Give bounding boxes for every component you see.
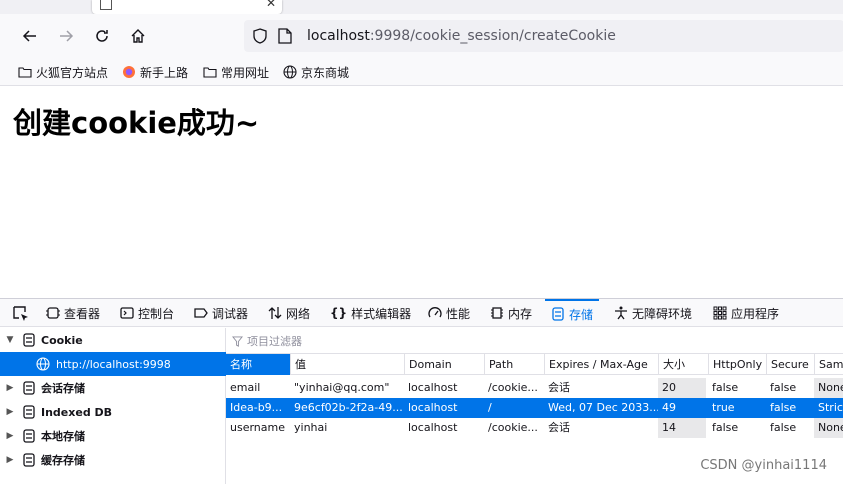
- bookmark-item[interactable]: 京东商城: [283, 63, 349, 81]
- tree-item-cache-storage[interactable]: ▶ 缓存存储: [0, 448, 226, 472]
- element-picker-icon[interactable]: [12, 305, 30, 323]
- storage-icon: [23, 453, 35, 467]
- column-header-path[interactable]: Path: [484, 354, 544, 375]
- forward-button[interactable]: [54, 24, 78, 48]
- navigation-bar: localhost:9998/cookie_session/createCook…: [0, 14, 843, 58]
- firefox-icon: [123, 66, 135, 78]
- collapsed-triangle-icon[interactable]: ▶: [0, 431, 16, 441]
- column-header-name[interactable]: 名称: [226, 354, 290, 375]
- home-icon: [131, 29, 145, 43]
- globe-icon: [36, 357, 50, 371]
- storage-tree: ▼ Cookie http://localhost:9998 ▶ 会话存储 ▶ …: [0, 328, 226, 484]
- close-tab-icon[interactable]: ✕: [266, 0, 276, 10]
- page-content: 创建cookie成功~: [8, 86, 843, 298]
- tab-style-editor[interactable]: {} 样式编辑器: [330, 299, 411, 327]
- folder-icon: [18, 67, 32, 78]
- column-header-domain[interactable]: Domain: [404, 354, 484, 375]
- network-icon: [268, 307, 282, 319]
- column-header-httponly[interactable]: HttpOnly: [708, 354, 766, 375]
- forward-arrow-icon: [60, 30, 74, 42]
- column-header-value[interactable]: 值: [290, 354, 404, 375]
- collapsed-triangle-icon[interactable]: ▶: [0, 383, 16, 393]
- back-arrow-icon: [22, 30, 36, 42]
- bookmarks-toolbar: 火狐官方站点 新手上路 常用网址 京东商城: [0, 58, 843, 86]
- back-button[interactable]: [18, 24, 42, 48]
- reload-button[interactable]: [90, 24, 114, 48]
- watermark-text: CSDN @yinhai1114: [700, 458, 827, 473]
- tree-item-indexed-db[interactable]: ▶ Indexed DB: [0, 400, 226, 424]
- console-icon: [120, 307, 134, 319]
- storage-icon: [23, 381, 35, 395]
- column-header-expires[interactable]: Expires / Max-Age: [544, 354, 658, 375]
- reload-icon: [96, 30, 108, 42]
- bookmark-item[interactable]: 常用网址: [203, 63, 269, 81]
- tab-performance[interactable]: 性能: [428, 299, 470, 327]
- tab-storage[interactable]: 存储: [545, 299, 600, 327]
- gauge-icon: [428, 307, 442, 318]
- inspector-icon: [46, 307, 60, 319]
- shield-icon[interactable]: [252, 28, 268, 44]
- collapsed-triangle-icon[interactable]: ▶: [0, 407, 16, 417]
- table-row[interactable]: email "yinhai@qq.com" localhost /cookie.…: [226, 378, 843, 398]
- devtools-toolbar: 查看器 控制台 调试器 网络 {} 样式编辑器 性能 内存 存储 无障碍环境 应…: [0, 299, 843, 327]
- tab-accessibility[interactable]: 无障碍环境: [614, 299, 692, 327]
- tab-debugger[interactable]: 调试器: [194, 299, 248, 327]
- tab-console[interactable]: 控制台: [120, 299, 174, 327]
- cookie-table-header: 名称 值 Domain Path Expires / Max-Age 大小 Ht…: [226, 353, 843, 375]
- collapsed-triangle-icon[interactable]: ▶: [0, 455, 16, 465]
- tab-strip: ✕: [0, 0, 843, 14]
- tab-memory[interactable]: 内存: [490, 299, 532, 327]
- app-grid-icon: [713, 306, 727, 320]
- table-row[interactable]: Idea-b9... 9e6cf02b-2f2a-49... localhost…: [226, 398, 843, 418]
- bookmark-item[interactable]: 火狐官方站点: [18, 63, 108, 81]
- filter-icon: [232, 335, 243, 347]
- tree-item-session-storage[interactable]: ▶ 会话存储: [0, 376, 226, 400]
- globe-icon: [283, 65, 297, 79]
- debugger-icon: [194, 308, 208, 318]
- tree-item-localhost[interactable]: http://localhost:9998: [0, 352, 226, 376]
- url-bar[interactable]: localhost:9998/cookie_session/createCook…: [244, 20, 843, 52]
- page-heading: 创建cookie成功~: [13, 106, 260, 140]
- home-button[interactable]: [126, 24, 150, 48]
- folder-icon: [203, 67, 217, 78]
- page-icon[interactable]: [278, 28, 292, 44]
- column-header-samesite[interactable]: Same: [814, 354, 843, 375]
- expanded-triangle-icon[interactable]: ▼: [0, 335, 16, 345]
- devtools-panel: 查看器 控制台 调试器 网络 {} 样式编辑器 性能 内存 存储 无障碍环境 应…: [0, 298, 843, 484]
- tab-inspector[interactable]: 查看器: [46, 299, 100, 327]
- browser-tab[interactable]: ✕: [92, 0, 282, 14]
- bookmark-item[interactable]: 新手上路: [122, 63, 188, 81]
- url-text[interactable]: localhost:9998/cookie_session/createCook…: [307, 28, 616, 44]
- storage-icon: [23, 405, 35, 419]
- accessibility-icon: [615, 306, 627, 320]
- braces-icon: {}: [330, 306, 348, 320]
- storage-icon: [23, 333, 35, 347]
- item-filter-input[interactable]: 项目过滤器: [232, 333, 302, 349]
- column-header-size[interactable]: 大小: [658, 354, 708, 375]
- tab-network[interactable]: 网络: [268, 299, 310, 327]
- storage-icon: [23, 429, 35, 443]
- table-row[interactable]: username yinhai localhost /cookie... 会话 …: [226, 418, 843, 438]
- storage-icon: [552, 307, 564, 321]
- tab-application[interactable]: 应用程序: [713, 299, 779, 327]
- column-header-secure[interactable]: Secure: [766, 354, 814, 375]
- tree-item-cookie[interactable]: ▼ Cookie: [0, 328, 226, 352]
- memory-chip-icon: [491, 307, 503, 319]
- page-icon: [100, 0, 112, 10]
- tree-item-local-storage[interactable]: ▶ 本地存储: [0, 424, 226, 448]
